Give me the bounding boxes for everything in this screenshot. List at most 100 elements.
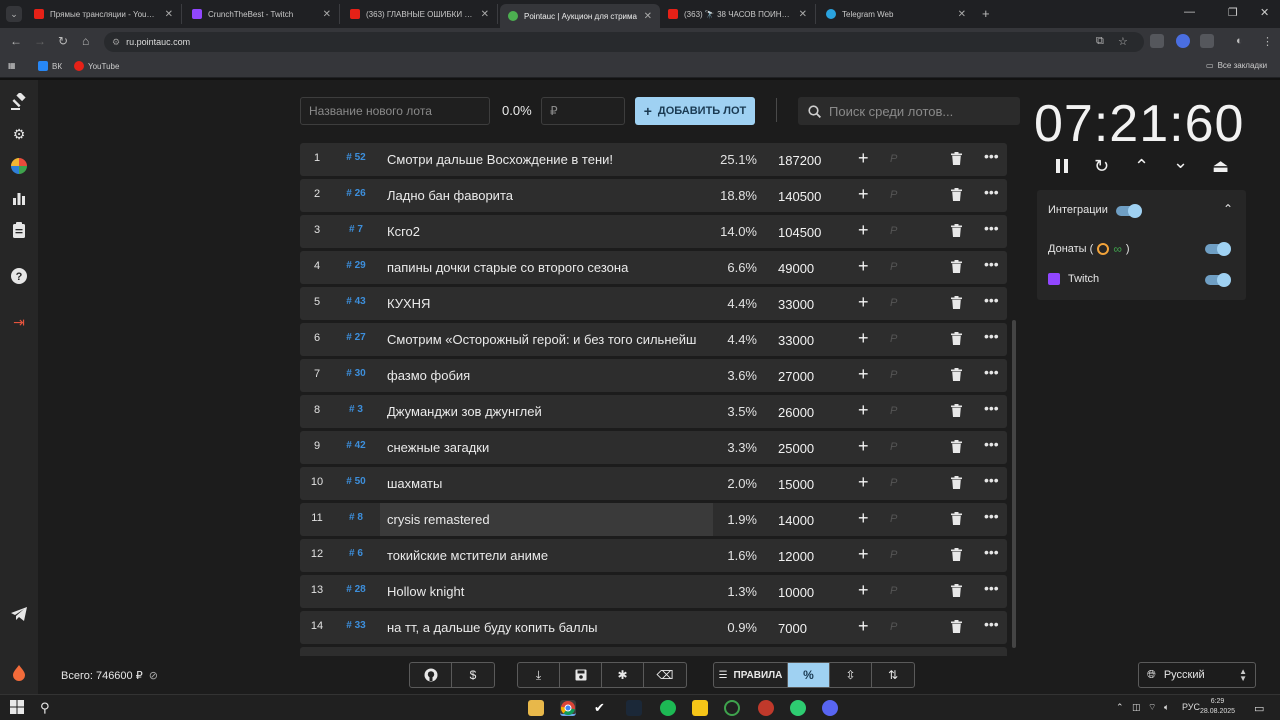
back-icon[interactable]: ← [10, 34, 22, 48]
lot-id[interactable]: # 29 [336, 260, 376, 271]
lot-name[interactable]: Ладно бан фаворита [380, 179, 713, 212]
lot-amount[interactable]: 14000 [778, 513, 814, 528]
more-options-icon[interactable]: ••• [984, 256, 999, 272]
add-amount-icon[interactable]: + [858, 436, 869, 457]
lot-id[interactable]: # 26 [336, 188, 376, 199]
compact-view-button[interactable]: ⇳ [830, 663, 872, 687]
address-bar[interactable]: ⚙ ru.pointauc.com [104, 32, 1144, 52]
add-amount-icon[interactable]: + [858, 508, 869, 529]
trash-icon[interactable] [951, 296, 962, 309]
percent-toggle-button[interactable]: % [788, 663, 830, 687]
lot-row[interactable]: 8 # 3 Джуманджи зов джунглей 3.5% 26000 + P ••• [300, 395, 1007, 428]
bookmark-vk[interactable]: ВК [38, 61, 62, 71]
rules-button[interactable]: ☰ ПРАВИЛА [714, 663, 788, 687]
trash-icon[interactable] [951, 332, 962, 345]
add-amount-icon[interactable]: + [858, 148, 869, 169]
chevron-up-icon[interactable]: ⌃ [1223, 202, 1233, 216]
search-input[interactable]: Поиск среди лотов... [798, 97, 1020, 125]
lot-name[interactable]: КУХНЯ [380, 287, 713, 320]
language-select[interactable]: 🌐︎ Русский ▲ ▼ [1138, 662, 1256, 688]
add-amount-icon[interactable]: + [858, 292, 869, 313]
close-icon[interactable]: ✕ [958, 9, 966, 20]
more-options-icon[interactable]: ••• [984, 148, 999, 164]
lot-amount[interactable]: 33000 [778, 333, 814, 348]
more-options-icon[interactable]: ••• [984, 472, 999, 488]
close-window-icon[interactable]: ✕ [1260, 6, 1269, 19]
lot-id[interactable]: # 8 [336, 512, 376, 523]
lot-row[interactable]: 13 # 28 Hollow knight 1.3% 10000 + P ••• [300, 575, 1007, 608]
points-icon[interactable]: P [890, 441, 897, 453]
lot-row[interactable]: 10 # 50 шахматы 2.0% 15000 + P ••• [300, 467, 1007, 500]
lot-row[interactable] [300, 647, 1007, 656]
donate-button[interactable]: $ [452, 663, 494, 687]
all-bookmarks[interactable]: ▭ Все закладки [1206, 61, 1267, 70]
browser-tab[interactable]: CrunchTheBest - Twitch ✕ [184, 4, 340, 24]
clipboard-icon[interactable] [10, 221, 28, 239]
translate-icon[interactable]: ⧉ [1096, 35, 1104, 48]
extension-icon[interactable] [1176, 34, 1190, 48]
points-icon[interactable]: P [890, 477, 897, 489]
lot-name[interactable]: Джуманджи зов джунглей [380, 395, 713, 428]
points-icon[interactable]: P [890, 405, 897, 417]
app-icon[interactable] [758, 700, 774, 716]
restore-icon[interactable]: ❐ [1228, 6, 1238, 19]
browser-tab[interactable]: (363) 🔭 38 ЧАСОВ ПОИНТОВ ✕ [660, 4, 816, 24]
lot-id[interactable]: # 30 [336, 368, 376, 379]
add-amount-icon[interactable]: + [858, 328, 869, 349]
lot-name[interactable]: папины дочки старые со второго сезона [380, 251, 713, 284]
trash-icon[interactable] [951, 188, 962, 201]
spotify-icon[interactable] [660, 700, 676, 716]
close-icon[interactable]: ✕ [323, 9, 331, 20]
more-options-icon[interactable]: ••• [984, 616, 999, 632]
lot-name[interactable]: Смотрим «Осторожный герой: и без того си… [380, 323, 713, 356]
add-amount-icon[interactable]: + [858, 220, 869, 241]
keyboard-language[interactable]: РУС [1182, 702, 1200, 712]
help-icon[interactable]: ? [10, 267, 28, 285]
more-options-icon[interactable]: ••• [984, 436, 999, 452]
more-options-icon[interactable]: ••• [984, 364, 999, 380]
lot-amount[interactable]: 15000 [778, 477, 814, 492]
lot-id[interactable]: # 3 [336, 404, 376, 415]
save-button[interactable] [560, 663, 602, 687]
lot-amount[interactable]: 27000 [778, 369, 814, 384]
points-icon[interactable]: P [890, 153, 897, 165]
add-amount-icon[interactable]: + [858, 544, 869, 565]
app-icon[interactable] [724, 700, 740, 716]
close-icon[interactable]: ✕ [799, 9, 807, 20]
lot-amount[interactable]: 10000 [778, 585, 814, 600]
lot-name[interactable]: снежные загадки [380, 431, 713, 464]
trash-icon[interactable] [951, 620, 962, 633]
points-icon[interactable]: P [890, 261, 897, 273]
trash-icon[interactable] [951, 548, 962, 561]
lot-id[interactable]: # 33 [336, 620, 376, 631]
extension-icon[interactable] [1150, 34, 1164, 48]
lot-name[interactable]: шахматы [380, 467, 713, 500]
notifications-icon[interactable]: ▭ [1254, 702, 1264, 715]
lot-amount[interactable]: 25000 [778, 441, 814, 456]
trash-icon[interactable] [951, 152, 962, 165]
discord-icon[interactable] [822, 700, 838, 716]
browser-tab[interactable]: (363) ГЛАВНЫЕ ОШИБКИ ИГР ✕ [342, 4, 498, 24]
tray-chevron-icon[interactable]: ⌃ [1116, 702, 1124, 713]
close-icon[interactable]: ✕ [165, 9, 173, 20]
github-button[interactable] [410, 663, 452, 687]
reload-icon[interactable]: ↻ [58, 34, 68, 48]
lot-id[interactable]: # 50 [336, 476, 376, 487]
donations-toggle[interactable] [1205, 242, 1231, 256]
new-lot-name-input[interactable]: Название нового лота [300, 97, 490, 125]
lot-id[interactable]: # 27 [336, 332, 376, 343]
trash-icon[interactable] [951, 260, 962, 273]
logout-icon[interactable]: ⇥ [10, 313, 28, 331]
lot-id[interactable]: # 52 [336, 152, 376, 163]
system-clock[interactable]: 6:29 28.08.2025 [1200, 697, 1235, 717]
app-icon[interactable] [790, 700, 806, 716]
bookmark-youtube[interactable]: YouTube [74, 61, 119, 71]
points-icon[interactable]: P [890, 369, 897, 381]
points-icon[interactable]: P [890, 297, 897, 309]
wheel-icon[interactable] [10, 157, 28, 175]
search-icon[interactable]: ⚲ [40, 700, 56, 716]
menu-icon[interactable]: ⋮ [1262, 35, 1273, 48]
gear-icon[interactable]: ⚙ [10, 125, 28, 143]
reset-timer-button[interactable]: ↻ [1094, 156, 1109, 177]
more-options-icon[interactable]: ••• [984, 220, 999, 236]
